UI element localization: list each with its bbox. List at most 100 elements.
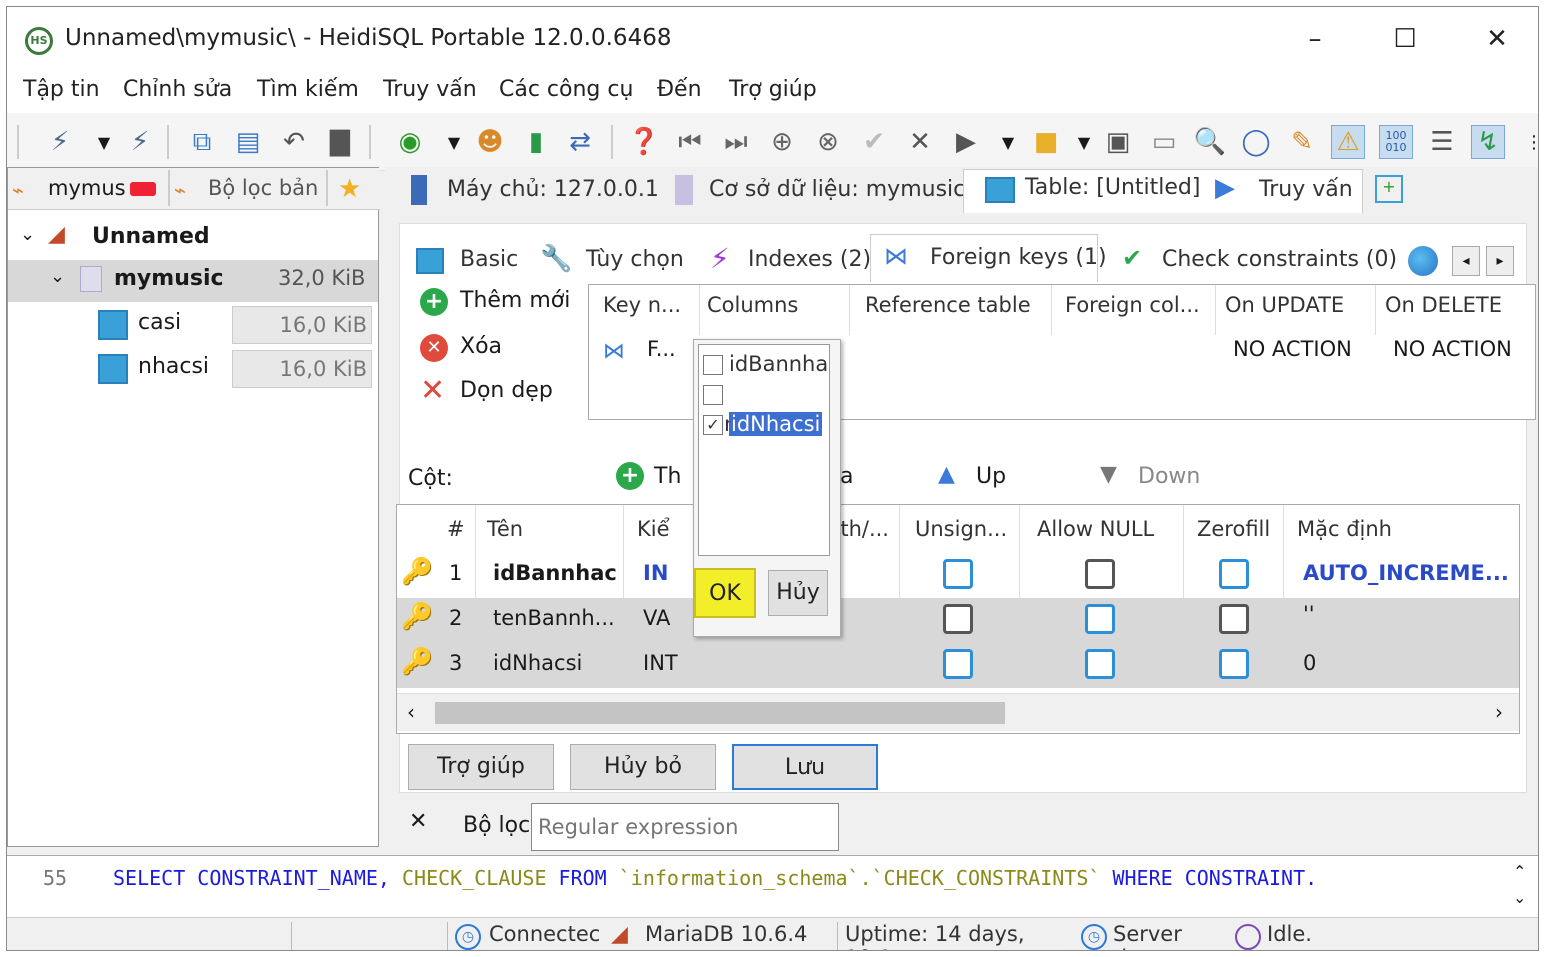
unsigned-checkbox[interactable] xyxy=(943,649,973,679)
move-up-button[interactable]: Up xyxy=(976,464,1006,489)
table-row[interactable]: 🔑 3 idNhacsi INT 0 xyxy=(397,643,1519,688)
menu-search[interactable]: Tìm kiếm xyxy=(257,77,359,102)
wrap-icon[interactable]: ☰ xyxy=(1425,125,1459,159)
refresh-icon[interactable]: ◉ xyxy=(393,125,427,159)
chevron-down-icon[interactable]: ⌄ xyxy=(50,266,65,287)
menu-tools[interactable]: Các công cụ xyxy=(499,77,633,102)
copy-icon[interactable]: ⧉ xyxy=(185,125,219,159)
print-icon[interactable]: ▇ xyxy=(323,125,357,159)
horizontal-scrollbar[interactable]: ‹ › xyxy=(397,693,1519,731)
fk-row-on-update[interactable]: NO ACTION xyxy=(1233,337,1352,361)
export-icon[interactable]: ▮ xyxy=(519,125,553,159)
first-icon[interactable]: ⏮ xyxy=(673,125,707,159)
run-icon[interactable]: ▶ xyxy=(949,125,983,159)
ok-button[interactable]: OK xyxy=(694,568,756,618)
popup-cancel-button[interactable]: Hủy xyxy=(768,570,828,616)
row-default[interactable]: 0 xyxy=(1303,651,1316,675)
fk-header-foreign-col[interactable]: Foreign col... xyxy=(1065,293,1200,317)
zerofill-checkbox[interactable] xyxy=(1219,604,1249,634)
dropdown-arrow-icon[interactable]: ▼ xyxy=(1067,125,1101,159)
clear-icon[interactable]: ✎ xyxy=(1285,125,1319,159)
move-down-button[interactable]: Down xyxy=(1138,464,1200,489)
tab-database[interactable]: Cơ sở dữ liệu: mymusic xyxy=(709,177,965,202)
scroll-left-icon[interactable]: ‹ xyxy=(407,700,415,724)
tree-db-mymusic[interactable]: ⌄ mymusic 32,0 KiB xyxy=(8,260,378,302)
col-header-type[interactable]: Kiể xyxy=(637,517,670,541)
col-header-name[interactable]: Tên xyxy=(487,517,523,541)
allow-null-checkbox[interactable] xyxy=(1085,604,1115,634)
paste-icon[interactable]: ▤ xyxy=(231,125,265,159)
row-default[interactable]: '' xyxy=(1303,602,1315,626)
picker-checkbox-checked[interactable]: ✓ xyxy=(703,415,723,435)
log-text[interactable]: SELECT CONSTRAINT_NAME, CHECK_CLAUSE FRO… xyxy=(113,866,1317,890)
add-column-button[interactable]: Th xyxy=(654,464,681,489)
picker-item-idbannhac[interactable]: idBannha xyxy=(703,349,828,379)
chevron-down-icon[interactable]: ⌄ xyxy=(20,224,35,245)
tab-options[interactable]: Tùy chọn xyxy=(586,240,684,280)
transfer-icon[interactable]: ⇄ xyxy=(563,125,597,159)
globe-icon[interactable] xyxy=(1408,246,1438,276)
close-filter-icon[interactable]: ✕ xyxy=(409,809,427,834)
folder-icon[interactable]: ■ xyxy=(1029,125,1063,159)
tab-basic[interactable]: Basic xyxy=(460,240,518,280)
close-button[interactable]: ✕ xyxy=(1477,19,1517,59)
star-icon[interactable]: ★ xyxy=(338,174,361,204)
scroll-right-icon[interactable]: ▸ xyxy=(1486,246,1514,276)
zerofill-checkbox[interactable] xyxy=(1219,649,1249,679)
tree-table-casi[interactable]: casi 16,0 KiB xyxy=(8,304,378,346)
find-icon[interactable]: ◯ xyxy=(1239,125,1273,159)
help-icon[interactable]: ❓ xyxy=(627,125,661,159)
picker-checkbox[interactable] xyxy=(703,385,723,405)
scroll-left-icon[interactable]: ◂ xyxy=(1452,246,1480,276)
maximize-button[interactable]: ☐ xyxy=(1385,19,1425,59)
help-button[interactable]: Trợ giúp xyxy=(408,744,554,790)
row-type[interactable]: IN xyxy=(643,561,668,585)
col-header-allow-null[interactable]: Allow NULL xyxy=(1037,517,1154,541)
more-icon[interactable]: ⋮ xyxy=(1517,125,1538,159)
last-icon[interactable]: ⏭ xyxy=(719,125,753,159)
picker-item-idnhacsi[interactable]: ✓ idNhacsi xyxy=(703,409,823,439)
connect-icon[interactable]: ⚡ xyxy=(43,125,77,159)
tree-root[interactable]: ⌄ ◢ Unnamed xyxy=(8,218,378,260)
table-row[interactable]: 🔑 1 idBannhac IN AUTO_INCREME... xyxy=(397,553,1519,598)
filter-input[interactable] xyxy=(531,803,839,851)
search-icon[interactable]: 🔍 xyxy=(1193,125,1227,159)
scrollbar-thumb[interactable] xyxy=(435,702,1005,724)
row-name[interactable]: tenBannh... xyxy=(493,606,615,630)
disconnect-icon[interactable]: ⚡ xyxy=(123,125,157,159)
tree-table-nhacsi[interactable]: nhacsi 16,0 KiB xyxy=(8,348,378,390)
picker-checkbox[interactable] xyxy=(703,355,723,375)
dropdown-arrow-icon[interactable]: ▼ xyxy=(437,125,471,159)
save-as-icon[interactable]: ▭ xyxy=(1147,125,1181,159)
new-query-tab-icon[interactable]: + xyxy=(1375,175,1403,203)
tab-check-constraints[interactable]: Check constraints (0) xyxy=(1162,240,1397,280)
zerofill-checkbox[interactable] xyxy=(1219,559,1249,589)
row-default[interactable]: AUTO_INCREME... xyxy=(1303,561,1509,585)
scroll-down-icon[interactable]: ⌄ xyxy=(1513,888,1526,907)
add-icon[interactable]: ⊕ xyxy=(765,125,799,159)
fk-header-columns[interactable]: Columns xyxy=(707,293,798,317)
row-name[interactable]: idNhacsi xyxy=(493,651,582,675)
allow-null-checkbox[interactable] xyxy=(1085,649,1115,679)
fk-row-on-delete[interactable]: NO ACTION xyxy=(1393,337,1512,361)
row-name[interactable]: idBannhac xyxy=(493,561,617,585)
add-fk-button[interactable]: Thêm mới xyxy=(460,288,570,313)
menu-help[interactable]: Trợ giúp xyxy=(729,77,817,102)
minimize-button[interactable]: – xyxy=(1295,19,1335,59)
menu-goto[interactable]: Đến xyxy=(657,77,702,102)
fk-header-on-delete[interactable]: On DELETE xyxy=(1385,293,1502,317)
save-icon[interactable]: ▣ xyxy=(1101,125,1135,159)
fk-row-key[interactable]: F... xyxy=(647,337,676,361)
row-type[interactable]: VA xyxy=(643,606,670,630)
col-header-num[interactable]: # xyxy=(447,517,465,541)
scroll-up-icon[interactable]: ⌃ xyxy=(1513,862,1526,881)
warning-icon[interactable]: ⚠ xyxy=(1331,125,1365,159)
tab-query[interactable]: Truy vấn xyxy=(1259,177,1353,202)
undo-icon[interactable]: ↶ xyxy=(277,125,311,159)
check-icon[interactable]: ✔ xyxy=(857,125,891,159)
unsigned-checkbox[interactable] xyxy=(943,604,973,634)
col-header-zerofill[interactable]: Zerofill xyxy=(1197,517,1270,541)
remove-column-button[interactable]: a xyxy=(840,464,853,489)
tab-host[interactable]: Máy chủ: 127.0.0.1 xyxy=(447,177,659,202)
allow-null-checkbox[interactable] xyxy=(1085,559,1115,589)
